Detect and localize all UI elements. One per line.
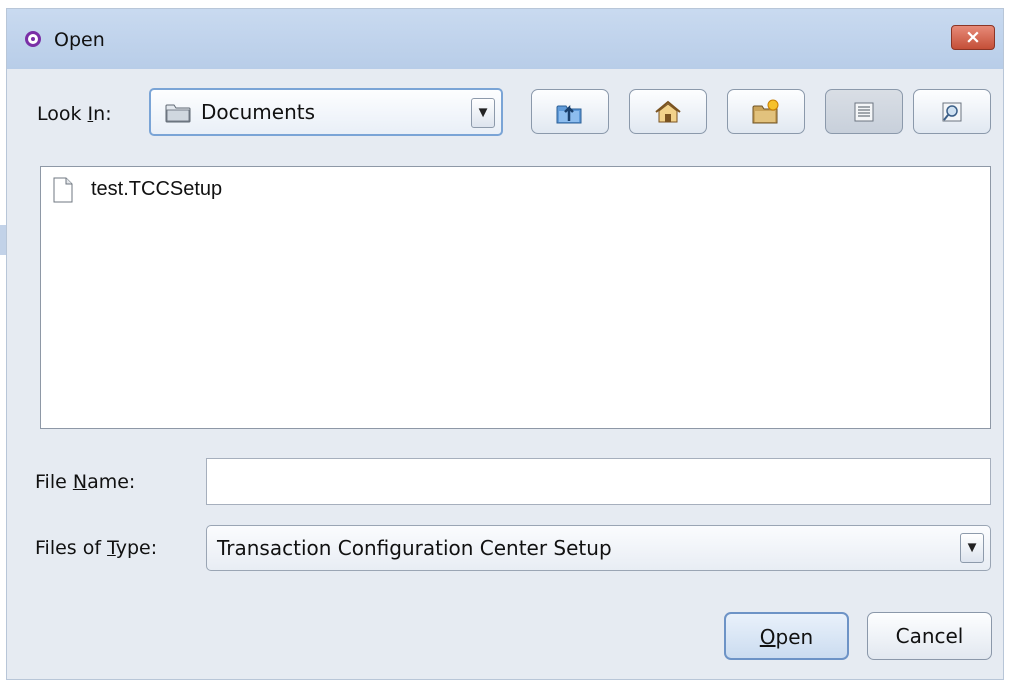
open-dialog: Open × Look In: Documents ▼ test.TCCSetu… — [6, 8, 1004, 680]
window-title: Open — [54, 29, 105, 51]
file-name: test.TCCSetup — [91, 178, 223, 200]
title-bar[interactable]: Open × — [7, 9, 1003, 69]
list-view-icon — [854, 102, 874, 122]
file-name-label: File Name: — [35, 471, 136, 493]
look-in-label: Look In: — [37, 103, 112, 125]
create-new-folder-button[interactable] — [727, 89, 805, 134]
file-type-value: Transaction Configuration Center Setup — [217, 536, 612, 560]
details-view-button[interactable] — [913, 89, 991, 134]
file-list[interactable]: test.TCCSetup — [40, 166, 991, 429]
folder-up-icon — [556, 104, 582, 124]
folder-icon — [165, 104, 191, 123]
home-icon — [655, 100, 681, 123]
new-folder-icon — [752, 99, 779, 124]
app-ring-icon — [25, 31, 41, 47]
chevron-down-icon[interactable]: ▼ — [960, 533, 984, 563]
close-button[interactable]: × — [951, 25, 995, 50]
file-type-label: Files of Type: — [35, 537, 158, 559]
file-name-field[interactable] — [206, 458, 991, 505]
cancel-button[interactable]: Cancel — [867, 612, 992, 660]
chevron-down-icon[interactable]: ▼ — [471, 98, 495, 128]
file-icon — [53, 177, 73, 203]
file-type-dropdown[interactable]: Transaction Configuration Center Setup ▼ — [206, 525, 991, 571]
look-in-value: Documents — [201, 100, 316, 124]
home-button[interactable] — [629, 89, 707, 134]
look-in-dropdown[interactable]: Documents ▼ — [149, 88, 503, 136]
list-view-button[interactable] — [825, 89, 903, 134]
up-one-level-button[interactable] — [531, 89, 609, 134]
open-button[interactable]: Open — [724, 612, 849, 660]
details-view-icon — [942, 102, 962, 122]
